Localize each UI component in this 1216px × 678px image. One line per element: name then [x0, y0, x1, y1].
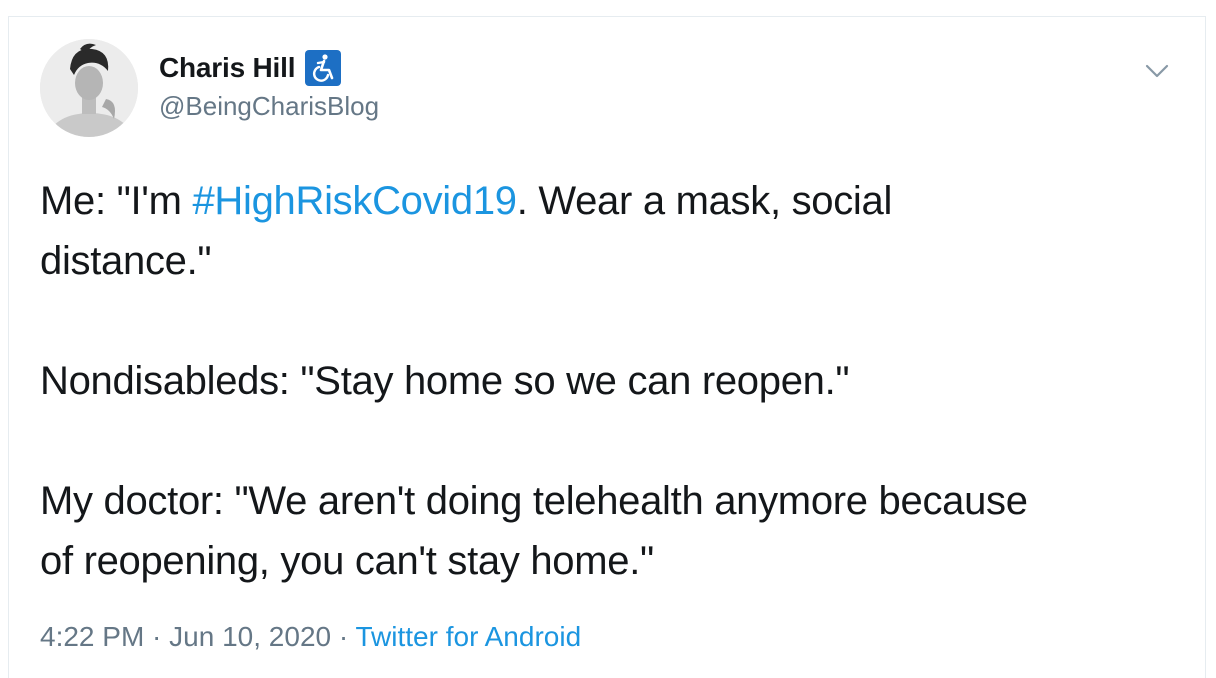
chevron-down-icon[interactable] [1141, 55, 1173, 87]
page: Charis Hill @BeingCharisBlog Me: "I'm #H… [0, 0, 1216, 678]
tweet-line: Nondisableds: "Stay home so we can reope… [40, 359, 850, 403]
tweet-line: Me: "I'm #HighRiskCovid19. Wear a mask, … [40, 171, 1190, 231]
name-row: Charis Hill [159, 50, 342, 86]
display-name[interactable]: Charis Hill [159, 52, 295, 84]
wheelchair-icon [305, 50, 342, 86]
tweet-text-segment: Me: "I'm [40, 179, 193, 223]
tweet-card: Charis Hill @BeingCharisBlog Me: "I'm #H… [8, 16, 1206, 678]
tweet-line: of reopening, you can't stay home." [40, 539, 654, 583]
tweet-date[interactable]: Jun 10, 2020 [169, 621, 331, 652]
avatar[interactable] [40, 39, 138, 137]
tweet-line: My doctor: "We aren't doing telehealth a… [40, 479, 1028, 523]
hashtag-link[interactable]: #HighRiskCovid19 [192, 179, 517, 223]
meta-separator: · [144, 621, 170, 652]
user-handle[interactable]: @BeingCharisBlog [159, 91, 379, 122]
tweet-source-link[interactable]: Twitter for Android [355, 621, 581, 652]
tweet-line: distance." [40, 239, 212, 283]
tweet-text: Me: "I'm #HighRiskCovid19. Wear a mask, … [40, 171, 1190, 591]
tweet-text-segment: . Wear a mask, social [516, 179, 893, 223]
meta-separator: · [331, 621, 356, 652]
tweet-time[interactable]: 4:22 PM [40, 621, 144, 652]
avatar-photo-icon [40, 39, 138, 137]
tweet-meta: 4:22 PM · Jun 10, 2020 · Twitter for And… [40, 621, 581, 653]
